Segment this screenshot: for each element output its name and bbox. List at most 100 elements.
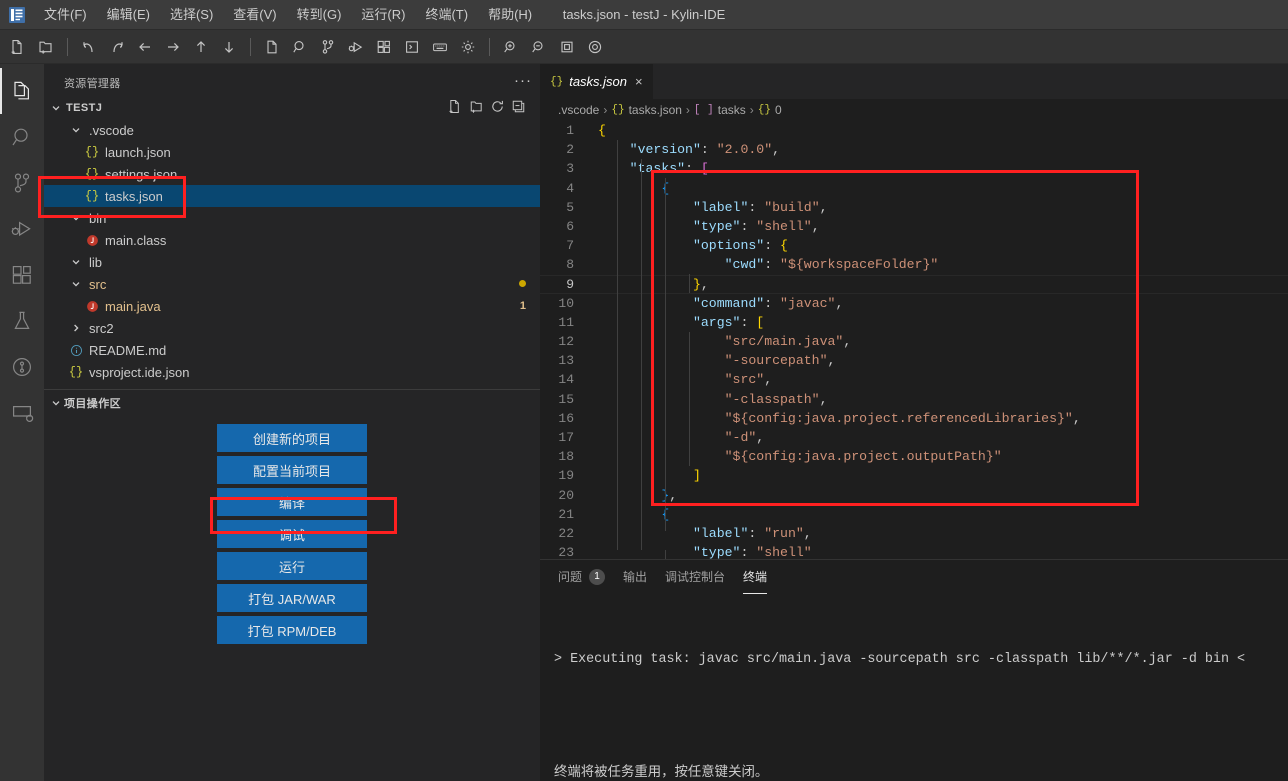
code-line-6: 6 "type": "shell",: [540, 217, 1288, 236]
arrow-left-icon[interactable]: [131, 34, 159, 60]
package-jar-war-button[interactable]: 打包 JAR/WAR: [217, 584, 367, 612]
chevron-down-icon[interactable]: [68, 212, 84, 224]
arrow-down-icon[interactable]: [215, 34, 243, 60]
new-folder-icon[interactable]: [469, 99, 484, 117]
arrow-up-icon[interactable]: [187, 34, 215, 60]
code-line-1: 1{: [540, 121, 1288, 140]
tree-item-main-class[interactable]: main.class: [44, 229, 540, 251]
menu-go[interactable]: 转到(G): [287, 3, 352, 27]
breadcrumb-item-symbol-tasks[interactable]: tasks: [718, 103, 746, 117]
zoom-in-icon[interactable]: [497, 34, 525, 60]
line-text: {: [592, 505, 669, 524]
panel-tab-problems[interactable]: 问题 1: [558, 560, 606, 594]
new-folder-icon[interactable]: [32, 34, 60, 60]
chevron-down-icon: [48, 102, 64, 114]
terminal-icon[interactable]: [398, 34, 426, 60]
collapse-all-icon[interactable]: [511, 99, 526, 117]
tree-item--vscode[interactable]: .vscode: [44, 119, 540, 141]
tree-item-readme-md[interactable]: README.md: [44, 339, 540, 361]
compile-button[interactable]: 编译: [217, 488, 367, 516]
package-rpm-deb-button[interactable]: 打包 RPM/DEB: [217, 616, 367, 644]
run-button[interactable]: 运行: [217, 552, 367, 580]
explorer-more-icon[interactable]: ···: [514, 72, 532, 95]
menu-run[interactable]: 运行(R): [351, 3, 415, 27]
panel-tab-debug-console[interactable]: 调试控制台: [665, 560, 725, 594]
copy-icon[interactable]: [258, 34, 286, 60]
undo-icon[interactable]: [75, 34, 103, 60]
zoom-out-icon[interactable]: [525, 34, 553, 60]
menu-terminal[interactable]: 终端(T): [415, 3, 478, 27]
editor-tab-tasks-json[interactable]: {} tasks.json ×: [540, 64, 654, 99]
tree-item-modified-dot: [519, 278, 526, 290]
tree-item-launch-json[interactable]: {} launch.json: [44, 141, 540, 163]
activity-timeline[interactable]: [0, 344, 44, 390]
project-root-header[interactable]: TESTJ: [44, 97, 540, 119]
code-line-2: 2 "version": "2.0.0",: [540, 140, 1288, 159]
line-text: "tasks": [: [629, 161, 709, 177]
activity-remote[interactable]: [0, 390, 44, 436]
new-file-icon[interactable]: [448, 99, 463, 117]
menu-help[interactable]: 帮助(H): [478, 3, 542, 27]
configure-current-project-button[interactable]: 配置当前项目: [217, 456, 367, 484]
code-viewport[interactable]: 1{2 "version": "2.0.0",3 "tasks": [4 {5 …: [540, 121, 1288, 559]
keyboard-icon[interactable]: [426, 34, 454, 60]
tree-item-settings-json[interactable]: {} settings.json: [44, 163, 540, 185]
tree-item-src2[interactable]: src2: [44, 317, 540, 339]
create-new-project-button[interactable]: 创建新的项目: [217, 424, 367, 452]
gear-icon[interactable]: [454, 34, 482, 60]
activity-testing[interactable]: [0, 298, 44, 344]
line-text: {: [592, 179, 669, 198]
redo-icon[interactable]: [103, 34, 131, 60]
tree-item-vsproject-ide-json[interactable]: {} vsproject.ide.json: [44, 361, 540, 383]
indent-guide: [665, 178, 666, 531]
activity-explorer[interactable]: [0, 68, 44, 114]
terminal-line-reuse: 终端将被任务重用，按任意键关闭。: [554, 766, 769, 781]
arrow-right-icon[interactable]: [159, 34, 187, 60]
menu-selection[interactable]: 选择(S): [160, 3, 223, 27]
line-text: "src/main.java",: [724, 334, 852, 350]
panel-tab-output[interactable]: 输出: [623, 560, 647, 594]
zoom-reset-icon[interactable]: [553, 34, 581, 60]
activity-search[interactable]: [0, 114, 44, 160]
menu-view[interactable]: 查看(V): [223, 3, 286, 27]
search-icon[interactable]: [286, 34, 314, 60]
target-icon[interactable]: [581, 34, 609, 60]
line-number: 19: [558, 468, 574, 484]
project-actions-header[interactable]: 项目操作区: [44, 390, 540, 416]
activity-run-debug[interactable]: [0, 206, 44, 252]
chevron-down-icon[interactable]: [68, 124, 84, 136]
breadcrumb-item-folder[interactable]: .vscode: [558, 103, 599, 117]
panel-tab-terminal[interactable]: 终端: [743, 560, 768, 594]
tree-item-bin[interactable]: bin: [44, 207, 540, 229]
breadcrumb-item-symbol-index[interactable]: 0: [775, 103, 782, 117]
tree-item-label: main.java: [105, 298, 161, 314]
extensions-icon[interactable]: [370, 34, 398, 60]
new-file-icon[interactable]: [4, 34, 32, 60]
bottom-panel: 问题 1 输出 调试控制台 终端 > Executing task: javac src…: [540, 559, 1288, 781]
refresh-icon[interactable]: [490, 99, 505, 117]
breadcrumb-item-file[interactable]: tasks.json: [629, 103, 682, 117]
menu-file[interactable]: 文件(F): [34, 3, 97, 27]
ide-window: 文件(F) 编辑(E) 选择(S) 查看(V) 转到(G) 运行(R) 终端(T…: [0, 0, 1288, 781]
terminal-output[interactable]: > Executing task: javac src/main.java -s…: [540, 594, 1288, 781]
toolbar: [0, 30, 1288, 64]
chevron-down-icon[interactable]: [68, 278, 84, 290]
close-icon[interactable]: ×: [633, 74, 643, 89]
tree-item-lib[interactable]: lib: [44, 251, 540, 273]
panel-tab-label: 调试控制台: [665, 570, 726, 584]
tree-item-src[interactable]: src: [44, 273, 540, 295]
run-debug-icon[interactable]: [342, 34, 370, 60]
chevron-right-icon[interactable]: [68, 322, 84, 334]
chevron-down-icon[interactable]: [68, 256, 84, 268]
line-number: 3: [566, 161, 574, 177]
activity-source-control[interactable]: [0, 160, 44, 206]
source-control-icon[interactable]: [314, 34, 342, 60]
line-text: "${config:java.project.outputPath}": [724, 449, 1002, 465]
activity-extensions[interactable]: [0, 252, 44, 298]
tree-item-main-java[interactable]: main.java 1: [44, 295, 540, 317]
code-line-19: 19 ]: [540, 466, 1288, 485]
debug-button[interactable]: 调试: [217, 520, 367, 548]
menu-edit[interactable]: 编辑(E): [97, 3, 160, 27]
tree-item-tasks-json[interactable]: {} tasks.json: [44, 185, 540, 207]
